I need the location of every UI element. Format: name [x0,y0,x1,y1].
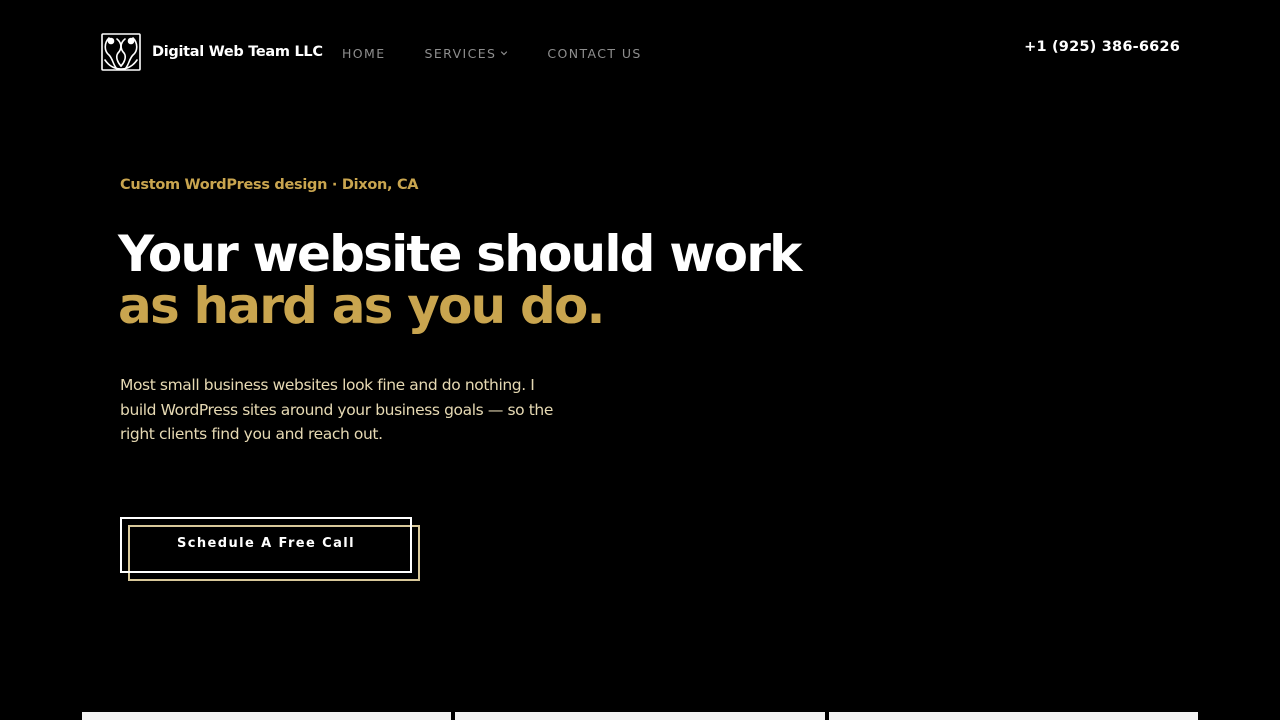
phone-link[interactable]: +1 (925) 386-6626 [1024,39,1180,55]
page: Digital Web Team LLC HOME SERVICES CONTA… [0,0,1280,720]
cta-wrapper: Schedule A Free Call [120,517,420,581]
nav-item-label: CONTACT US [547,45,642,61]
main-nav: HOME SERVICES CONTACT US [342,44,642,62]
service-cards-strip [82,712,1198,720]
nav-item-label: SERVICES [424,45,497,61]
brand-home-link[interactable]: Digital Web Team LLC [101,33,323,71]
service-card [455,712,825,720]
nav-item-services[interactable]: SERVICES [425,46,509,61]
schedule-call-button[interactable]: Schedule A Free Call [120,517,412,573]
hero-lead-text: Most small business websites look fine a… [120,376,553,443]
site-header: Digital Web Team LLC HOME SERVICES CONTA… [0,0,1280,100]
service-card [82,712,452,720]
brand-name: Digital Web Team LLC [152,44,323,60]
service-card [828,712,1198,720]
hero-headline-line2: as hard as you do. [118,277,606,335]
nav-item-home[interactable]: HOME [342,46,386,61]
nav-item-contact-us[interactable]: CONTACT US [547,46,641,61]
hero-headline: Your website should work as hard as you … [118,225,802,335]
hero-eyebrow: Custom WordPress design · Dixon, CA [120,177,419,193]
brain-split-face-logo-icon [101,33,141,71]
chevron-down-icon [501,51,508,56]
nav-item-label: HOME [342,45,386,61]
hero-headline-line1: Your website should work [118,225,802,283]
